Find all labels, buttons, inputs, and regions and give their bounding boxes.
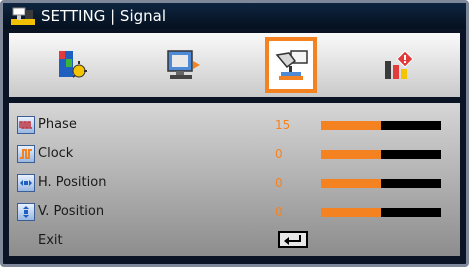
phase-slider[interactable] <box>321 121 441 130</box>
h-position-slider[interactable] <box>321 179 441 188</box>
setting-hand-icon <box>275 50 308 80</box>
vertical-position-icon <box>17 203 35 221</box>
page-title: SETTING | Signal <box>41 7 166 25</box>
display-icon <box>167 50 200 79</box>
menu-item-value: 0 <box>275 147 283 161</box>
menu-item-exit[interactable]: Exit <box>9 227 460 256</box>
menu-item-label: V. Position <box>38 204 105 219</box>
menu-item-value: 0 <box>275 205 283 219</box>
slider-fill <box>321 179 381 188</box>
title-bar: SETTING | Signal <box>3 3 466 29</box>
menu-item-clock[interactable]: Clock 0 <box>9 140 460 169</box>
enter-key-icon[interactable] <box>278 231 308 248</box>
osd-menu: SETTING | Signal Phase 15 Clock 0 H. Pos… <box>0 0 469 267</box>
menu-item-h-position[interactable]: H. Position 0 <box>9 169 460 198</box>
clock-signal-icon <box>17 145 35 163</box>
menu-item-phase[interactable]: Phase 15 <box>9 111 460 140</box>
menu-item-v-position[interactable]: V. Position 0 <box>9 198 460 227</box>
slider-fill <box>321 121 381 130</box>
setting-tab[interactable] <box>265 37 317 93</box>
clock-slider[interactable] <box>321 150 441 159</box>
options-icon <box>385 50 414 79</box>
phase-waveform-icon <box>17 116 35 134</box>
slider-fill <box>321 208 381 217</box>
exit-label: Exit <box>38 233 63 248</box>
tab-bar <box>9 33 460 97</box>
menu-item-value: 0 <box>275 176 283 190</box>
slider-fill <box>321 150 381 159</box>
picture-tab[interactable] <box>47 33 99 97</box>
options-tab[interactable] <box>373 33 425 97</box>
display-tab[interactable] <box>156 33 208 97</box>
monitor-settings-icon <box>11 7 35 25</box>
menu-item-label: Clock <box>38 146 74 161</box>
picture-icon <box>59 51 87 78</box>
signal-settings-list: Phase 15 Clock 0 H. Position 0 V. Positi… <box>9 103 460 256</box>
horizontal-position-icon <box>17 174 35 192</box>
menu-item-label: Phase <box>38 117 77 132</box>
v-position-slider[interactable] <box>321 208 441 217</box>
menu-item-label: H. Position <box>38 175 107 190</box>
menu-item-value: 15 <box>275 118 291 132</box>
